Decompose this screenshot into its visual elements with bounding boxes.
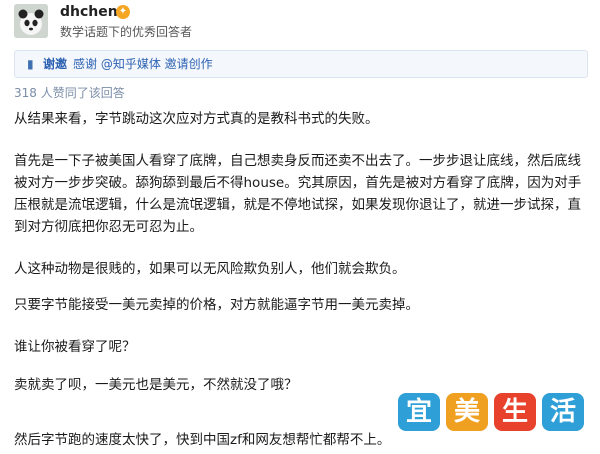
answer-paragraph: 从结果来看，字节跳动这次应对方式真的是教科书式的失败。 [14,111,379,127]
invite-bookmark-icon: ▮ [27,57,34,71]
answer-paragraph: 谁让你被看穿了呢？ [14,339,136,355]
avatar[interactable] [14,4,48,38]
watermark-char: 生 [494,393,536,431]
excellent-answerer-badge-icon: ✦ [116,5,130,19]
watermark-char: 活 [542,393,584,431]
answer-header: dhchen ✦ 数学话题下的优秀回答者 [14,4,574,44]
invite-text[interactable]: 感谢 @知乎媒体 邀请创作 [73,51,213,77]
author-name[interactable]: dhchen [60,4,118,20]
author-description[interactable]: 数学话题下的优秀回答者 [60,23,192,40]
watermark-logo: 宜 美 生 活 [398,393,588,433]
answer-paragraph: 人这种动物是很贱的，如果可以无风险欺负别人，他们就会欺负。 [14,261,406,277]
invite-prefix: 谢邀 [43,57,68,71]
answer-paragraph: 只要字节能接受一美元卖掉的价格，对方就能逼字节用一美元卖掉。 [14,297,419,313]
invitation-banner: ▮ 谢邀 感谢 @知乎媒体 邀请创作 [14,50,588,78]
vote-count[interactable]: 318 人赞同了该回答 [14,84,125,101]
watermark-char: 美 [446,393,488,431]
watermark-char: 宜 [398,393,440,431]
answer-paragraph: 首先是一下子被美国人看穿了底牌，自己想卖身反而还卖不出去了。一步步退让底线，然后… [14,153,582,235]
panda-avatar-icon [14,4,48,38]
